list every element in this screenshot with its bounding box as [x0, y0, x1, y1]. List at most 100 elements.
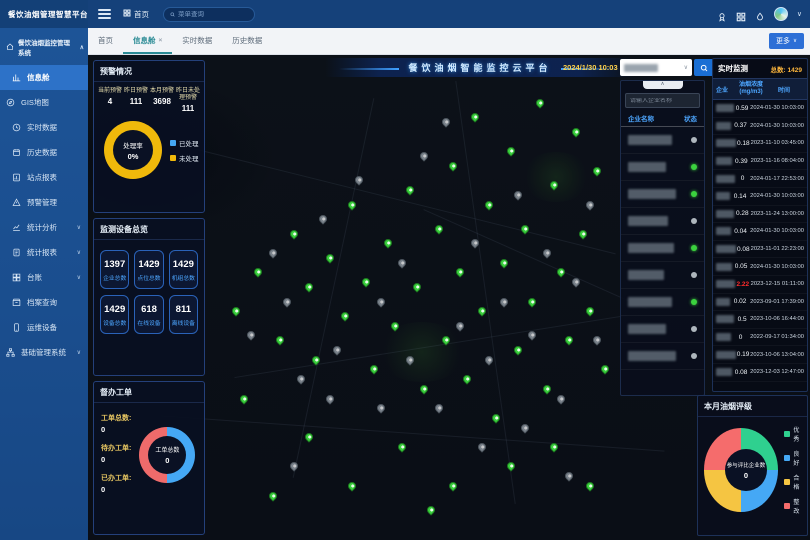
map-pin-offline[interactable] [245, 330, 256, 341]
map-pin-offline[interactable] [556, 393, 567, 404]
map-pin-offline[interactable] [288, 461, 299, 472]
map-pin-online[interactable] [382, 238, 393, 249]
sidebar-item-history[interactable]: 历史数据 [0, 140, 88, 165]
map-pin-offline[interactable] [455, 320, 466, 331]
sidebar-item-dashboard[interactable]: 信息舱 [0, 65, 88, 90]
map-pin-offline[interactable] [541, 247, 552, 258]
company-row[interactable] [621, 208, 704, 235]
map-pin-online[interactable] [585, 306, 596, 317]
map-pin-online[interactable] [577, 228, 588, 239]
map-pin-online[interactable] [527, 296, 538, 307]
map-pin-online[interactable] [585, 480, 596, 491]
realtime-row[interactable]: 0.082023-12-03 12:47:00 [713, 364, 807, 382]
sidebar-item-report[interactable]: 站点报表 [0, 165, 88, 190]
map-pin-online[interactable] [447, 160, 458, 171]
device-card-离线设备[interactable]: 811离线设备 [169, 295, 198, 334]
map-pin-offline[interactable] [440, 116, 451, 127]
map-pin-online[interactable] [599, 364, 610, 375]
map-pin-offline[interactable] [527, 330, 538, 341]
map-pin-offline[interactable] [418, 150, 429, 161]
company-search-button[interactable] [694, 59, 714, 76]
map-pin-online[interactable] [563, 335, 574, 346]
company-row[interactable] [621, 154, 704, 181]
map-pin-online[interactable] [238, 393, 249, 404]
map-pin-online[interactable] [556, 267, 567, 278]
map-pin-online[interactable] [267, 490, 278, 501]
realtime-row[interactable]: 0.042024-01-30 10:03:00 [713, 223, 807, 241]
flame-icon[interactable] [755, 9, 765, 19]
realtime-row[interactable]: 0.392023-11-16 08:04:00 [713, 153, 807, 171]
map-pin-online[interactable] [476, 306, 487, 317]
menu-search[interactable] [163, 7, 255, 22]
map-pin-online[interactable] [252, 267, 263, 278]
map-pin-offline[interactable] [433, 403, 444, 414]
map-pin-online[interactable] [404, 184, 415, 195]
realtime-row[interactable]: 0.52023-10-06 16:44:00 [713, 311, 807, 329]
tab-首页[interactable]: 首页 [88, 35, 123, 54]
map-pin-online[interactable] [469, 112, 480, 123]
realtime-row[interactable]: 0.052024-01-30 10:03:00 [713, 258, 807, 276]
map-pin-online[interactable] [368, 364, 379, 375]
company-select-dropdown[interactable]: ∨ [620, 59, 692, 76]
realtime-row[interactable]: 2.222023-12-15 01:11:00 [713, 276, 807, 294]
company-row[interactable] [621, 343, 704, 370]
realtime-row[interactable]: 0.182023-11-10 03:45:00 [713, 135, 807, 153]
user-avatar[interactable] [774, 7, 788, 21]
realtime-row[interactable]: 0.142024-01-30 10:03:00 [713, 188, 807, 206]
sidebar-item-analysis[interactable]: 统计分析∨ [0, 215, 88, 240]
menu-search-input[interactable] [178, 11, 248, 18]
map-pin-offline[interactable] [325, 393, 336, 404]
collapse-handle[interactable]: ∧ [643, 81, 683, 89]
map-pin-offline[interactable] [498, 296, 509, 307]
device-card-设备总数[interactable]: 1429设备总数 [100, 295, 129, 334]
map-pin-online[interactable] [505, 145, 516, 156]
sidebar-item-map[interactable]: GIS地图 [0, 90, 88, 115]
chevron-down-icon[interactable]: ∨ [797, 10, 802, 18]
company-name-search[interactable] [625, 93, 700, 108]
map-pin-online[interactable] [339, 310, 350, 321]
map-pin-online[interactable] [491, 412, 502, 423]
map-pin-online[interactable] [397, 441, 408, 452]
map-pin-online[interactable] [346, 480, 357, 491]
sidebar-item-device[interactable]: 运维设备 [0, 315, 88, 340]
company-row[interactable] [621, 289, 704, 316]
device-card-企业总数[interactable]: 1397企业总数 [100, 250, 129, 289]
map-pin-offline[interactable] [296, 373, 307, 384]
map-pin-online[interactable] [534, 97, 545, 108]
map-pin-online[interactable] [541, 383, 552, 394]
map-pin-online[interactable] [455, 267, 466, 278]
map-pin-offline[interactable] [520, 422, 531, 433]
map-pin-online[interactable] [483, 199, 494, 210]
map-pin-offline[interactable] [563, 470, 574, 481]
more-button[interactable]: 更多 ∨ [769, 33, 804, 49]
realtime-row[interactable]: 02024-01-17 22:53:00 [713, 170, 807, 188]
realtime-row[interactable]: 0.372024-01-30 10:03:00 [713, 118, 807, 136]
company-row[interactable] [621, 316, 704, 343]
map-pin-online[interactable] [303, 281, 314, 292]
realtime-row[interactable]: 0.192023-10-06 13:04:00 [713, 346, 807, 364]
map-pin-online[interactable] [346, 199, 357, 210]
tab-实时数据[interactable]: 实时数据 [172, 35, 222, 54]
map-pin-online[interactable] [505, 461, 516, 472]
tab-历史数据[interactable]: 历史数据 [222, 35, 272, 54]
map-pin-online[interactable] [498, 257, 509, 268]
device-card-机组总数[interactable]: 1429机组总数 [169, 250, 198, 289]
company-row[interactable] [621, 181, 704, 208]
company-row[interactable] [621, 235, 704, 262]
map-pin-online[interactable] [570, 126, 581, 137]
realtime-row[interactable]: 02022-09-17 01:34:00 [713, 329, 807, 347]
sidebar-item-alert[interactable]: 预警管理 [0, 190, 88, 215]
sidebar-group-header[interactable]: 餐饮油烟监控管理系统 ∧ [0, 28, 88, 65]
map-pin-online[interactable] [231, 306, 242, 317]
realtime-row[interactable]: 0.592024-01-30 10:03:00 [713, 100, 807, 118]
company-row[interactable] [621, 262, 704, 289]
map-pin-online[interactable] [288, 228, 299, 239]
map-pin-online[interactable] [361, 276, 372, 287]
realtime-row[interactable]: 0.082023-11-01 22:23:00 [713, 241, 807, 259]
company-name-input[interactable] [630, 98, 695, 104]
map-pin-offline[interactable] [397, 257, 408, 268]
map-pin-offline[interactable] [592, 335, 603, 346]
map-pin-online[interactable] [325, 252, 336, 263]
sidebar-item-ledger[interactable]: 台账∨ [0, 265, 88, 290]
map-pin-online[interactable] [418, 383, 429, 394]
